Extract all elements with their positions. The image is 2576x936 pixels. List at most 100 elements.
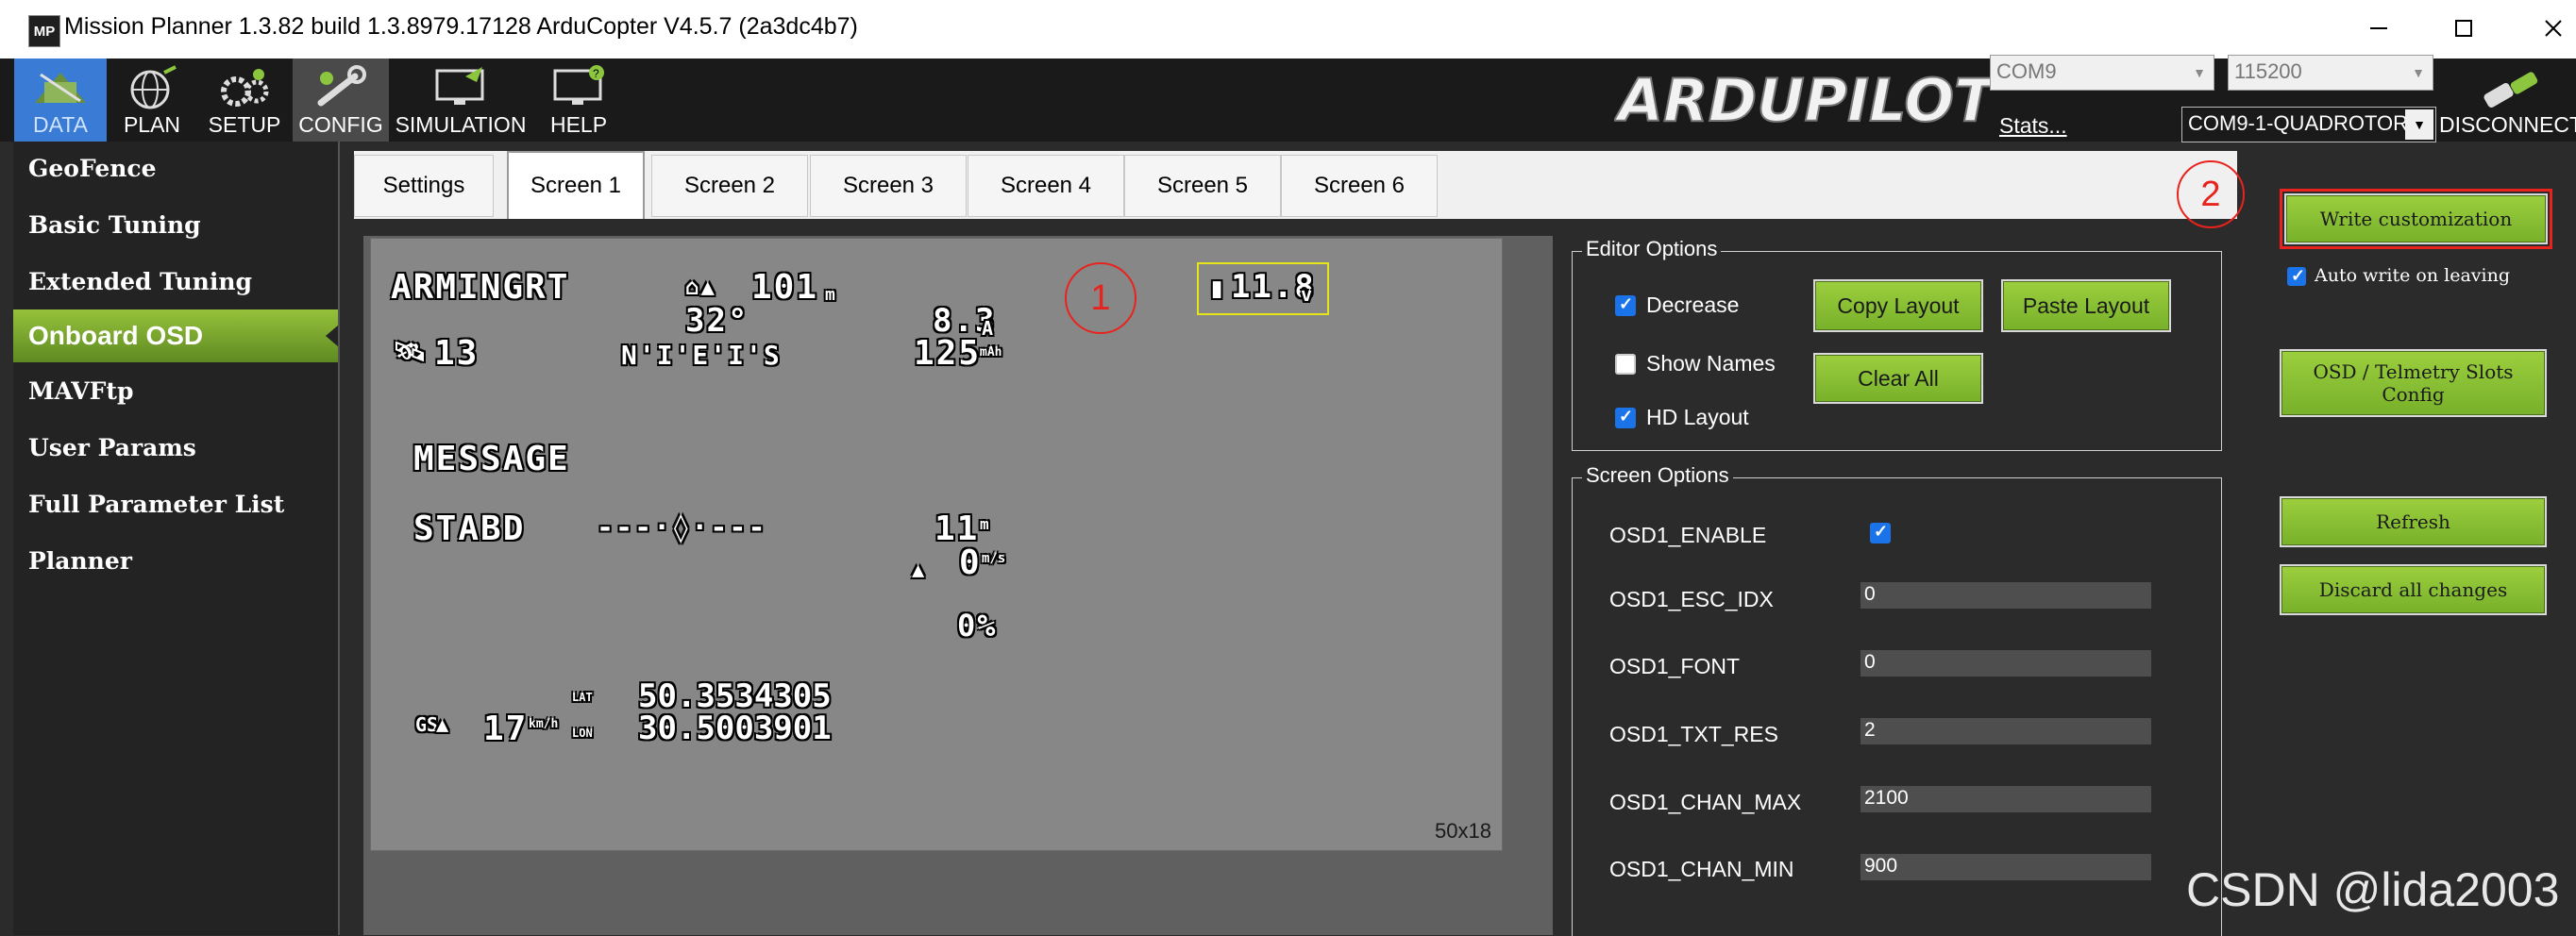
data-icon xyxy=(35,73,86,103)
osd1-esc-idx-input[interactable]: 0 xyxy=(1860,582,2151,609)
auto-write-checkbox[interactable] xyxy=(2287,266,2306,286)
osd-groundspeed[interactable]: 17 xyxy=(483,710,528,748)
maximize-icon[interactable] xyxy=(2435,9,2492,47)
tab-label: Screen 1 xyxy=(530,173,622,198)
screen-options-title: Screen Options xyxy=(1582,463,1733,488)
sidebar-item-label: Planner xyxy=(28,546,132,575)
sidebar-item-user-params[interactable]: User Params xyxy=(13,421,339,474)
param-name: OSD1_CHAN_MIN xyxy=(1609,857,1794,881)
annotation-marker-1: 1 xyxy=(1065,262,1136,334)
button-label: Write customization xyxy=(2319,208,2513,230)
satellite-icon: 🛰 xyxy=(393,336,429,367)
sidebar-item-label: Onboard OSD xyxy=(28,321,204,350)
close-icon[interactable] xyxy=(2525,9,2576,47)
sidebar-item-onboard-osd[interactable]: Onboard OSD xyxy=(13,309,339,362)
tab-screen-6[interactable]: Screen 6 xyxy=(1281,155,1438,217)
chevron-down-icon: ▼ xyxy=(2193,65,2206,80)
window-title: Mission Planner 1.3.82 build 1.3.8979.17… xyxy=(64,13,858,40)
menu-data[interactable]: DATA xyxy=(14,58,107,142)
osd-home-distance[interactable]: 101 xyxy=(751,268,818,307)
menu-config[interactable]: CONFIG xyxy=(293,58,389,142)
sidebar-item-mavftp[interactable]: MAVFtp xyxy=(13,364,339,417)
tab-screen-4[interactable]: Screen 4 xyxy=(968,155,1124,217)
help-monitor-icon: ? xyxy=(553,65,604,105)
osd-arming-status[interactable]: ARMINGRT xyxy=(391,268,569,307)
osd-vertical-speed[interactable]: 0 xyxy=(959,543,982,582)
baud-select[interactable]: 115200 ▼ xyxy=(2228,55,2433,91)
button-label: Clear All xyxy=(1858,365,1939,391)
param-name: OSD1_ESC_IDX xyxy=(1609,587,1774,611)
menu-plan[interactable]: PLAN xyxy=(109,58,195,142)
menu-setup-label: SETUP xyxy=(208,112,281,137)
osd-flight-mode[interactable]: STABD xyxy=(413,510,525,548)
port-select[interactable]: COM9 ▼ xyxy=(1990,55,2214,91)
osd1-font-input[interactable]: 0 xyxy=(1860,650,2151,677)
menu-plan-label: PLAN xyxy=(123,112,181,137)
osd1-enable-checkbox[interactable] xyxy=(1870,522,1891,543)
write-customization-button[interactable]: Write customization xyxy=(2284,193,2548,244)
main-menu-bar: DATA PLAN SETUP CONFIG SIMULATION ? HELP… xyxy=(0,55,2576,142)
osd-message[interactable]: MESSAGE xyxy=(413,440,570,478)
port-select-value: COM9 xyxy=(1996,59,2057,83)
osd-home-unit: m xyxy=(825,285,835,305)
sidebar-item-label: Full Parameter List xyxy=(28,490,285,518)
sidebar-item-planner[interactable]: Planner xyxy=(13,534,339,587)
copy-layout-button[interactable]: Copy Layout xyxy=(1813,279,1983,332)
button-label: Refresh xyxy=(2376,510,2450,533)
sidebar-item-geofence[interactable]: GeoFence xyxy=(13,142,339,194)
osd-gs-label: GS xyxy=(415,713,439,736)
watermark: CSDN @lida2003 xyxy=(2186,863,2560,916)
tab-settings[interactable]: Settings xyxy=(354,155,494,217)
decrease-checkbox[interactable] xyxy=(1615,294,1636,316)
osd-telemetry-slots-config-button[interactable]: OSD / Telmetry Slots Config xyxy=(2280,349,2547,417)
paste-layout-button[interactable]: Paste Layout xyxy=(2001,279,2171,332)
osd-consumed-unit: mAh xyxy=(980,345,1002,359)
tab-screen-1[interactable]: Screen 1 xyxy=(507,151,645,219)
sidebar-item-full-parameter-list[interactable]: Full Parameter List xyxy=(13,477,339,530)
osd-lat-label: LAT xyxy=(572,691,593,704)
osd-longitude[interactable]: 30.5003901 xyxy=(638,710,832,747)
osd-battery-unit: v xyxy=(1301,283,1313,306)
tab-label: Screen 4 xyxy=(1000,173,1092,198)
minimize-icon[interactable] xyxy=(2350,9,2407,47)
osd-throttle[interactable]: 0% xyxy=(957,608,998,644)
clear-all-button[interactable]: Clear All xyxy=(1813,353,1983,404)
stats-link[interactable]: Stats... xyxy=(1999,113,2067,139)
hd-layout-checkbox[interactable] xyxy=(1615,407,1636,428)
show-names-checkbox[interactable] xyxy=(1615,354,1636,375)
osd1-chan-min-input[interactable]: 900 xyxy=(1860,854,2151,880)
osd-consumed[interactable]: 125 xyxy=(914,334,981,373)
annotation-number: 1 xyxy=(1090,277,1111,318)
tab-screen-5[interactable]: Screen 5 xyxy=(1124,155,1281,217)
window-title-bar[interactable]: MP Mission Planner 1.3.82 build 1.3.8979… xyxy=(0,0,2576,59)
config-sidebar: GeoFence Basic Tuning Extended Tuning On… xyxy=(13,142,339,935)
menu-help[interactable]: ? HELP xyxy=(533,58,624,142)
osd-grid-size: 50x18 xyxy=(1435,819,1491,843)
osd1-chan-max-input[interactable]: 2100 xyxy=(1860,786,2151,812)
tab-screen-2[interactable]: Screen 2 xyxy=(651,155,808,217)
discard-all-changes-button[interactable]: Discard all changes xyxy=(2280,564,2547,615)
tab-screen-3[interactable]: Screen 3 xyxy=(810,155,967,217)
sidebar-divider xyxy=(338,142,340,935)
osd-altitude[interactable]: 11 xyxy=(934,510,979,548)
sidebar-item-basic-tuning[interactable]: Basic Tuning xyxy=(13,198,339,251)
menu-simulation-label: SIMULATION xyxy=(395,112,527,137)
svg-text:?: ? xyxy=(593,67,599,80)
osd-temperature[interactable]: 32° xyxy=(685,302,749,340)
button-label: Copy Layout xyxy=(1837,292,1960,318)
sidebar-item-extended-tuning[interactable]: Extended Tuning xyxy=(13,255,339,308)
osd-satellite-count[interactable]: 13 xyxy=(434,334,479,373)
param-name: OSD1_CHAN_MAX xyxy=(1609,790,1802,814)
osd-compass[interactable]: N'I'E'I'S xyxy=(621,340,782,371)
menu-config-label: CONFIG xyxy=(298,112,383,137)
osd-lon-label: LON xyxy=(572,727,593,740)
refresh-button[interactable]: Refresh xyxy=(2280,496,2547,547)
menu-setup[interactable]: SETUP xyxy=(201,58,288,142)
osd-horizon[interactable]: ---·◊·--- xyxy=(597,511,767,544)
disconnect-button[interactable]: DISCONNECT xyxy=(2439,62,2576,142)
menu-simulation[interactable]: SIMULATION xyxy=(395,58,527,142)
mission-planner-app-icon: MP xyxy=(28,15,60,47)
vehicle-select[interactable]: COM9-1-QUADROTOR ▼ xyxy=(2181,107,2436,142)
osd1-txt-res-input[interactable]: 2 xyxy=(1860,718,2151,744)
tab-label: Screen 5 xyxy=(1156,173,1249,198)
